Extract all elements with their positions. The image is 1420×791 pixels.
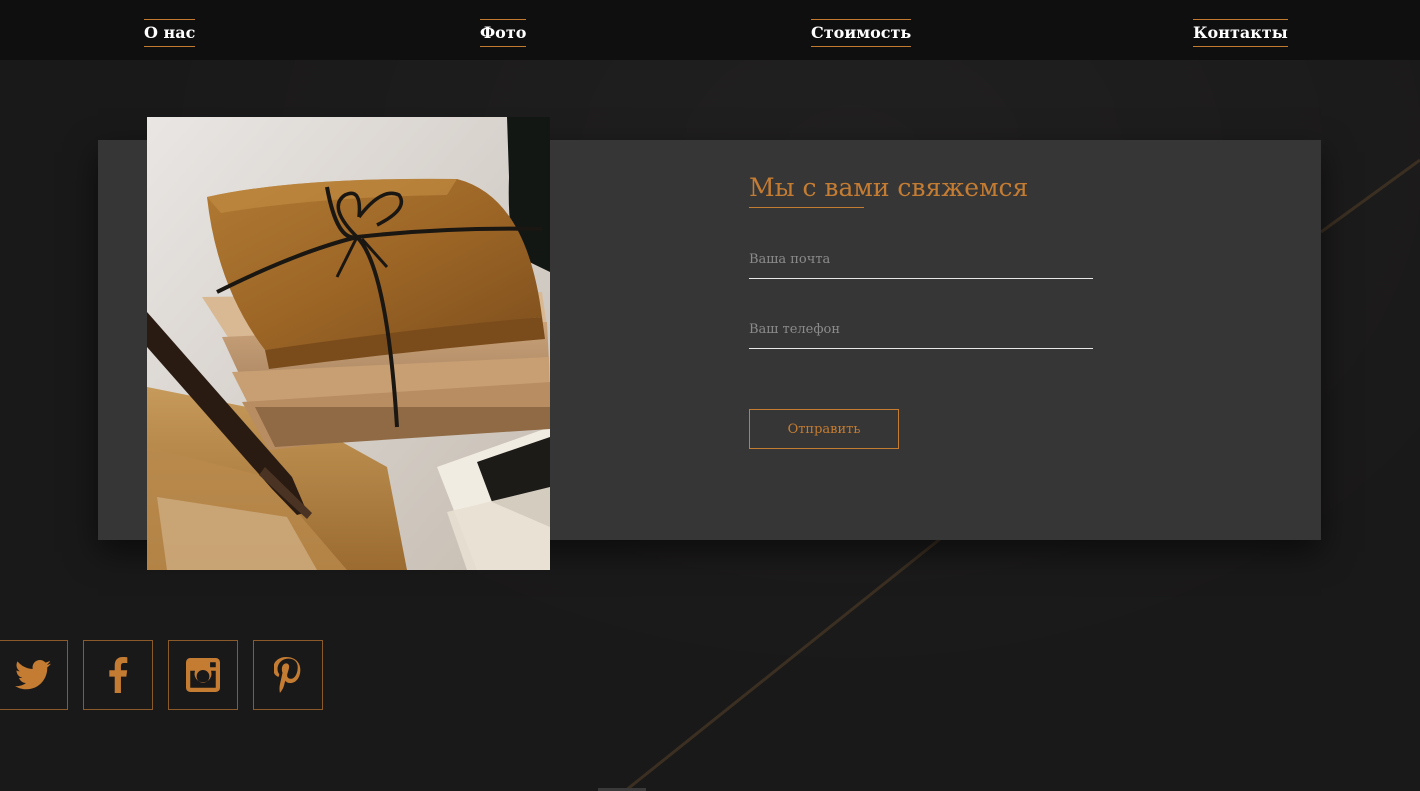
facebook-icon <box>109 657 128 693</box>
title-underline <box>749 207 864 208</box>
instagram-icon <box>186 658 220 692</box>
twitter-icon <box>15 660 51 690</box>
contact-form: Мы с вами свяжемся Отправить <box>749 170 1109 449</box>
pinterest-icon <box>274 657 301 693</box>
pinterest-button[interactable] <box>253 640 323 710</box>
letters-photo <box>147 117 550 570</box>
phone-field[interactable] <box>749 314 1093 349</box>
facebook-button[interactable] <box>83 640 153 710</box>
top-navigation: О нас Фото Стоимость Контакты <box>0 0 1420 60</box>
twitter-button[interactable] <box>0 640 68 710</box>
contacts-page: О нас Фото Стоимость Контакты Мы с вами … <box>0 0 1420 791</box>
nav-item-photo[interactable]: Фото <box>480 19 527 47</box>
nav-item-contacts[interactable]: Контакты <box>1193 19 1288 47</box>
email-field[interactable] <box>749 244 1093 279</box>
nav-item-about[interactable]: О нас <box>144 19 196 47</box>
form-title: Мы с вами свяжемся <box>749 173 1029 202</box>
submit-button[interactable]: Отправить <box>749 409 899 449</box>
instagram-button[interactable] <box>168 640 238 710</box>
nav-item-pricing[interactable]: Стоимость <box>811 19 912 47</box>
